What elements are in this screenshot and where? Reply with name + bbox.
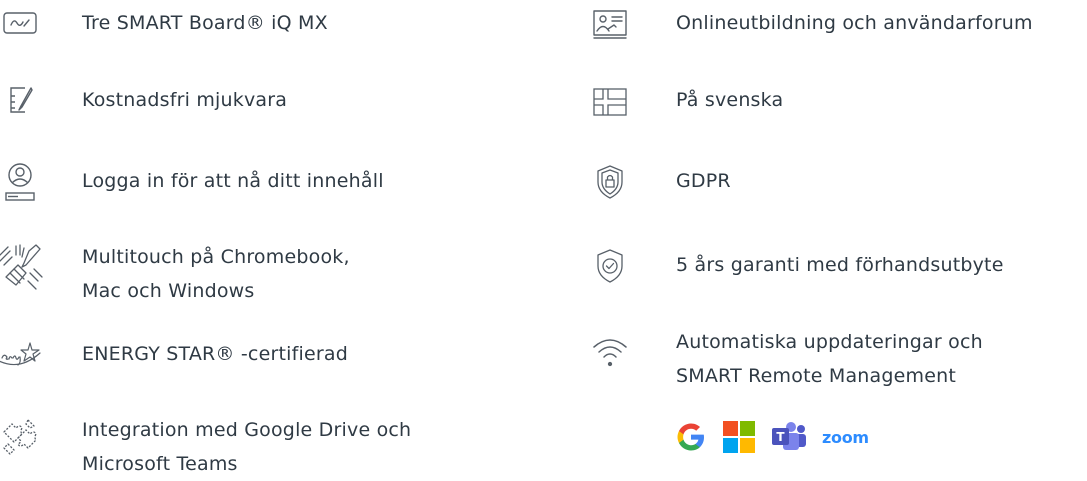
puzzle-pieces-icon — [0, 415, 50, 457]
feature-label: Onlineutbildning och användarforum — [676, 12, 1033, 34]
swedish-flag-icon — [580, 81, 640, 123]
online-training-icon — [580, 4, 640, 46]
feature-label: Automatiska uppdateringar och SMART Remo… — [676, 331, 983, 387]
google-logo — [677, 423, 704, 451]
energy-star-icon — [0, 333, 50, 375]
partner-logos: T zoom — [674, 420, 869, 454]
microsoft-logo — [723, 421, 755, 453]
feature-label: På svenska — [676, 89, 784, 111]
feature-label: Tre SMART Board® iQ MX — [82, 12, 328, 34]
shield-check-icon — [580, 244, 640, 288]
feature-label: Integration med Google Drive och Microso… — [82, 419, 412, 475]
multitouch-hands-icon — [0, 242, 50, 294]
feature-label: GDPR — [676, 170, 731, 192]
feature-label: Kostnadsfri mjukvara — [82, 89, 288, 111]
feature-label: Multitouch på Chromebook, Mac och Window… — [82, 246, 350, 302]
whiteboard-icon — [0, 2, 50, 44]
wifi-icon — [580, 331, 640, 373]
teams-logo-letter: T — [776, 430, 785, 444]
teams-logo: T — [772, 422, 806, 450]
shield-lock-icon — [580, 160, 640, 204]
feature-label: ENERGY STAR® -certifierad — [82, 343, 348, 365]
feature-label: Logga in för att nå ditt innehåll — [82, 170, 384, 192]
pen-tablet-icon — [0, 79, 50, 121]
feature-label: 5 års garanti med förhandsutbyte — [676, 254, 1004, 276]
user-login-icon — [0, 162, 50, 204]
zoom-logo: zoom — [822, 427, 869, 447]
